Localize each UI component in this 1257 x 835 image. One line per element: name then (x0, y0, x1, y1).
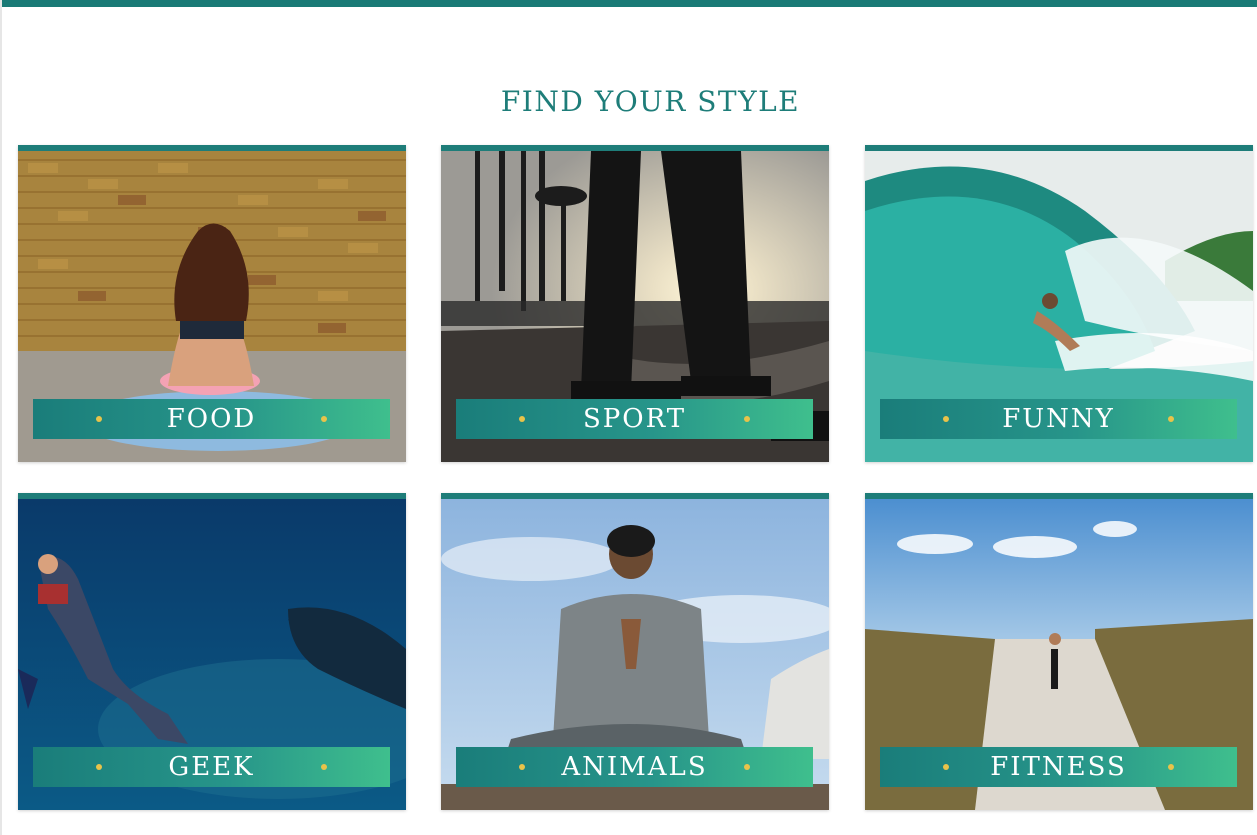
bullet-dot-icon (519, 416, 525, 422)
bullet-dot-icon (744, 416, 750, 422)
category-label-sport: SPORT (456, 399, 813, 439)
category-label-text: FOOD (166, 404, 257, 434)
category-card-animals[interactable]: ANIMALS (441, 493, 829, 810)
category-label-text: FUNNY (1002, 404, 1115, 434)
bullet-dot-icon (943, 764, 949, 770)
page: FIND YOUR STYLE FOOD SPORT FUNNY GEEK AN… (0, 0, 1257, 835)
bullet-dot-icon (744, 764, 750, 770)
category-card-fitness[interactable]: FITNESS (865, 493, 1253, 810)
bullet-dot-icon (96, 416, 102, 422)
bullet-dot-icon (321, 764, 327, 770)
category-label-text: FITNESS (990, 752, 1127, 782)
category-label-geek: GEEK (33, 747, 390, 787)
category-label-text: SPORT (582, 404, 687, 434)
category-label-funny: FUNNY (880, 399, 1237, 439)
category-label-animals: ANIMALS (456, 747, 813, 787)
category-card-food[interactable]: FOOD (18, 145, 406, 462)
bullet-dot-icon (943, 416, 949, 422)
section-title: FIND YOUR STYLE (500, 85, 801, 119)
bullet-dot-icon (1168, 764, 1174, 770)
category-card-sport[interactable]: SPORT (441, 145, 829, 462)
bullet-dot-icon (96, 764, 102, 770)
category-label-text: ANIMALS (561, 752, 708, 782)
category-label-fitness: FITNESS (880, 747, 1237, 787)
bullet-dot-icon (321, 416, 327, 422)
category-label-food: FOOD (33, 399, 390, 439)
bullet-dot-icon (519, 764, 525, 770)
category-label-text: GEEK (168, 752, 255, 782)
category-card-geek[interactable]: GEEK (18, 493, 406, 810)
bullet-dot-icon (1168, 416, 1174, 422)
top-accent-bar (2, 0, 1257, 7)
category-card-funny[interactable]: FUNNY (865, 145, 1253, 462)
